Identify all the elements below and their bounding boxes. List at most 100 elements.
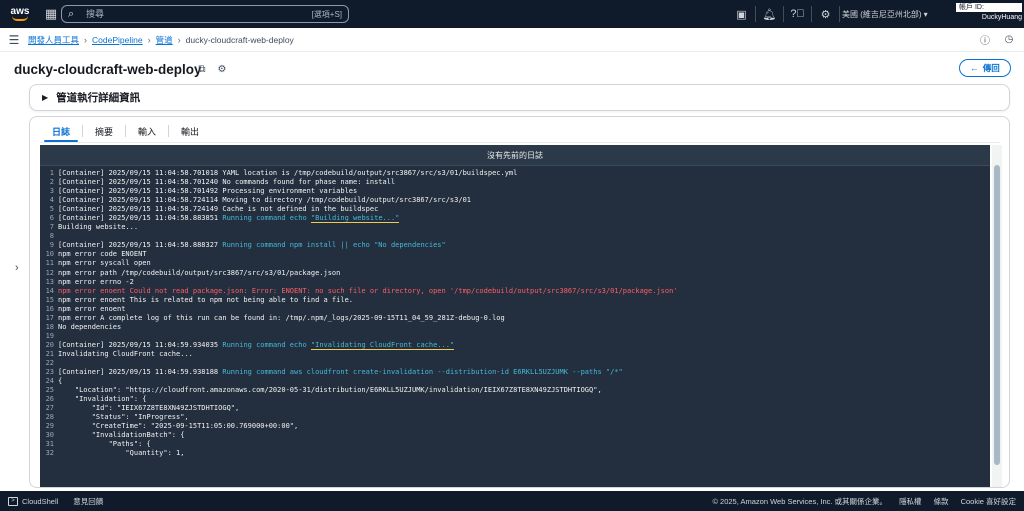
log-line: 8 <box>40 232 990 241</box>
tab-input[interactable]: 輸入 <box>126 120 168 142</box>
breadcrumb-codepipeline[interactable]: CodePipeline <box>92 35 143 45</box>
line-prefix: Invalidating CloudFront cache... <box>58 349 193 358</box>
line-prefix: npm error code ENOENT <box>58 250 147 259</box>
log-line: 21 Invalidating CloudFront cache... <box>40 350 990 359</box>
log-line: 26 "Invalidation": { <box>40 395 990 404</box>
line-number: 13 <box>45 277 54 286</box>
breadcrumb-pipelines[interactable]: 管道 <box>156 34 173 46</box>
line-number: 19 <box>45 331 54 340</box>
line-number: 25 <box>45 386 54 395</box>
line-number: 30 <box>45 431 54 440</box>
line-prefix: npm error path /tmp/codebuild/output/src… <box>58 268 341 277</box>
line-text: [Container] 2025/09/15 11:04:58.888327 R… <box>58 241 446 250</box>
cloudshell-icon[interactable]: ▣ <box>728 0 755 28</box>
tab-logs[interactable]: 日誌 <box>40 120 82 142</box>
line-number: 31 <box>45 440 54 449</box>
line-text: Building website... <box>58 223 138 232</box>
help-icon[interactable]: ?⃝ <box>784 0 811 28</box>
line-prefix: "Paths": { <box>58 440 151 449</box>
line-text: { <box>58 377 62 386</box>
load-previous-logs[interactable]: 沒有先前的日誌 <box>40 145 990 166</box>
back-button[interactable]: ← 傳回 <box>959 59 1011 77</box>
account-user: DuckyHuang <box>981 14 1022 21</box>
copyright: © 2025, Amazon Web Services, Inc. 或其關係企業… <box>712 496 888 506</box>
clock-icon[interactable]: ◷ <box>1002 32 1016 46</box>
hamburger-menu-icon[interactable]: ☰ <box>0 33 28 47</box>
command-text: Running command echo <box>222 214 311 223</box>
terminal-icon: > <box>8 496 18 506</box>
log-line: 29 "CreateTime": "2025-09-15T11:05:00.76… <box>40 422 990 431</box>
log-line: 9 [Container] 2025/09/15 11:04:58.888327 … <box>40 241 990 250</box>
privacy-link[interactable]: 隱私權 <box>899 496 922 507</box>
side-panel-toggle-icon[interactable]: › <box>15 262 19 274</box>
top-navigation: aws ▦ ⌕ [選項+S] ▣ 🔔︎ ?⃝ ⚙ 美國 (維吉尼亞州北部) ▾ … <box>0 0 1024 28</box>
cookie-preferences-link[interactable]: Cookie 喜好設定 <box>961 496 1016 507</box>
log-line: 16 npm error enoent <box>40 305 990 314</box>
aws-logo-text: aws <box>10 6 30 17</box>
highlighted-command-arg: "Invalidating CloudFront cache..." <box>310 340 455 350</box>
region-selector[interactable]: 美國 (維吉尼亞州北部) ▾ <box>842 0 928 28</box>
line-number: 26 <box>45 395 54 404</box>
chevron-right-icon: › <box>147 34 151 45</box>
log-terminal[interactable]: 沒有先前的日誌 1 [Container] 2025/09/15 11:04:58… <box>40 145 990 487</box>
log-line: 7 Building website... <box>40 223 990 232</box>
line-number: 3 <box>49 187 54 196</box>
tab-summary[interactable]: 摘要 <box>83 120 125 142</box>
line-number: 9 <box>49 241 54 250</box>
chevron-down-icon: ▾ <box>923 9 928 19</box>
vertical-scrollbar[interactable] <box>992 145 1002 487</box>
search-shortcut: [選項+S] <box>311 9 342 19</box>
line-text: "Quantity": 1, <box>58 449 184 458</box>
tab-output[interactable]: 輸出 <box>169 120 211 142</box>
line-prefix: [Container] 2025/09/15 11:04:58.724149 C… <box>58 205 379 214</box>
line-prefix: [Container] 2025/09/15 11:04:58.724114 M… <box>58 196 472 205</box>
line-text: npm error errno -2 <box>58 278 134 287</box>
line-text: npm error path /tmp/codebuild/output/src… <box>58 269 340 278</box>
line-text: [Container] 2025/09/15 11:04:58.701018 Y… <box>58 169 517 178</box>
scrollbar-thumb[interactable] <box>994 165 1000 465</box>
breadcrumb-bar: ☰ 開發人員工具 › CodePipeline › 管道 › ducky-clo… <box>0 28 1024 52</box>
line-text: "Paths": { <box>58 440 151 449</box>
account-menu[interactable]: 帳戶 ID: DuckyHuang <box>956 3 1022 25</box>
line-text: [Container] 2025/09/15 11:04:58.724114 M… <box>58 196 471 205</box>
line-text: "Location": "https://cloudfront.amazonaw… <box>58 386 602 395</box>
copy-icon[interactable]: ⧉ <box>196 64 208 75</box>
breadcrumb-developer-tools[interactable]: 開發人員工具 <box>28 34 79 46</box>
execution-details-expander[interactable]: ▶ 管道執行詳細資訊 <box>29 84 1010 111</box>
breadcrumb: 開發人員工具 › CodePipeline › 管道 › ducky-cloud… <box>28 34 294 46</box>
log-line: 12 npm error path /tmp/codebuild/output/s… <box>40 269 990 278</box>
line-number: 17 <box>45 313 54 322</box>
feedback-link[interactable]: 意見回饋 <box>73 496 103 507</box>
chevron-right-icon: › <box>177 34 181 45</box>
line-number: 32 <box>45 449 54 458</box>
info-icon[interactable]: ⓘ <box>978 32 992 47</box>
search-bar[interactable]: ⌕ [選項+S] <box>61 5 349 23</box>
tabs-underline <box>40 142 1000 143</box>
settings-icon[interactable]: ⚙ <box>216 64 228 75</box>
log-line: 13 npm error errno -2 <box>40 278 990 287</box>
title-actions: ⧉ ⚙ <box>196 64 228 75</box>
log-line: 17 npm error A complete log of this run c… <box>40 314 990 323</box>
bell-icon[interactable]: 🔔︎ <box>756 0 783 28</box>
line-number: 27 <box>45 404 54 413</box>
cloudshell-button[interactable]: > CloudShell <box>8 496 58 506</box>
line-text: npm error enoent This is related to npm … <box>58 296 353 305</box>
line-prefix: [Container] 2025/09/15 11:04:58.701018 Y… <box>58 169 518 177</box>
services-grid-icon[interactable]: ▦ <box>40 0 62 28</box>
line-prefix: "Invalidation": { <box>58 395 147 404</box>
log-line: 31 "Paths": { <box>40 440 990 449</box>
settings-icon[interactable]: ⚙ <box>812 0 839 28</box>
line-text: [Container] 2025/09/15 11:04:58.701240 N… <box>58 178 395 187</box>
line-prefix: "InvalidationBatch": { <box>58 431 185 440</box>
line-prefix: [Container] 2025/09/15 11:04:58.888327 <box>58 241 223 250</box>
line-prefix: { <box>58 377 63 386</box>
line-prefix: [Container] 2025/09/15 11:04:58.883851 <box>58 214 223 223</box>
log-line: 28 "Status": "InProgress", <box>40 413 990 422</box>
line-number: 7 <box>49 223 54 232</box>
aws-logo[interactable]: aws <box>0 0 40 28</box>
line-number: 2 <box>49 178 54 187</box>
search-input[interactable] <box>86 9 312 19</box>
region-label: 美國 (維吉尼亞州北部) <box>842 9 922 19</box>
log-line: 5 [Container] 2025/09/15 11:04:58.724149 … <box>40 205 990 214</box>
terms-link[interactable]: 條款 <box>934 496 949 507</box>
